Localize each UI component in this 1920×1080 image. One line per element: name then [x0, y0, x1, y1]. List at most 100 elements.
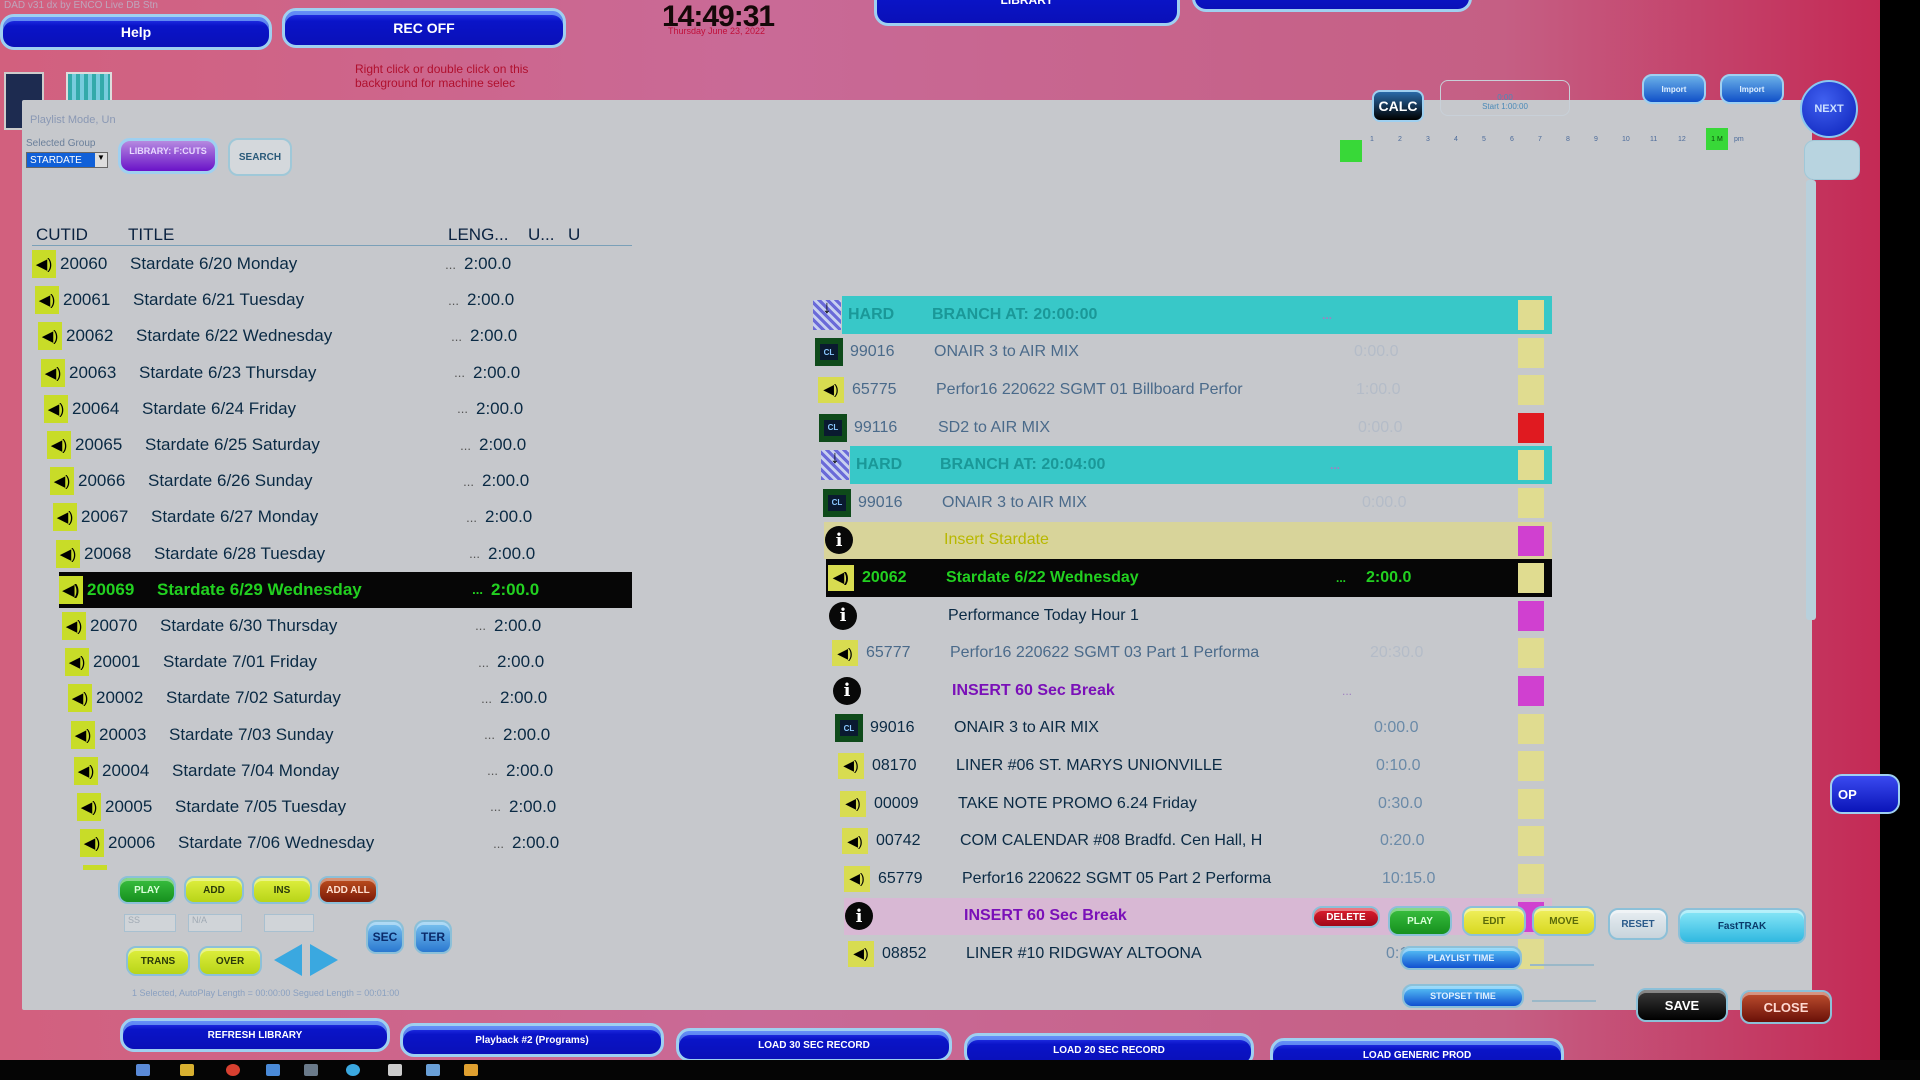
library-row[interactable]: ◀)20007Stardate 7/07 Thursday...2:00.0 — [83, 861, 632, 870]
field-ss[interactable]: SS — [124, 914, 176, 932]
more-dots[interactable]: ... — [448, 546, 488, 561]
playlist-row[interactable]: ◀) 65777 Perfor16 220622 SGMT 03 Part 1 Pe… — [830, 634, 1552, 672]
library-row[interactable]: ◀) 20064 Stardate 6/24 Friday... 2:00.0 — [44, 391, 632, 427]
sec-button[interactable]: SEC — [366, 920, 404, 954]
side-control[interactable] — [1804, 140, 1860, 180]
col-title[interactable]: TITLE — [124, 225, 444, 245]
field-na[interactable]: N/A — [188, 914, 242, 932]
library-row[interactable]: ◀) 20065 Stardate 6/25 Saturday... 2:00.0 — [47, 427, 632, 463]
stopset-time-field[interactable] — [1532, 1000, 1596, 1002]
search-button[interactable]: SEARCH — [228, 138, 292, 176]
playlist-time-field[interactable] — [1530, 964, 1594, 966]
col-u2[interactable]: U — [564, 225, 604, 245]
library-row[interactable]: ◀) 20061 Stardate 6/21 Tuesday... 2:00.0 — [35, 282, 632, 318]
more-dots[interactable]: ... — [430, 329, 470, 344]
playlist-row[interactable]: i Performance Today Hour 1 — [828, 597, 1552, 635]
playlist-row[interactable]: CL 99016 ONAIR 3 to AIR MIX 0:00.0 — [822, 484, 1552, 522]
reset-button[interactable]: RESET — [1608, 908, 1668, 940]
help-button[interactable]: Help — [0, 14, 272, 50]
playlist-row[interactable]: ◀) 08170 LINER #06 ST. MARYS UNIONVILLE 0:1… — [836, 747, 1552, 785]
playlist-row[interactable]: ↓ HARD BRANCH AT: 20:00:00... — [812, 296, 1552, 334]
group-select[interactable]: STARDATE ▼ — [26, 152, 108, 168]
col-u1[interactable]: U... — [524, 225, 564, 245]
trans-button[interactable]: TRANS — [126, 946, 190, 976]
library-row[interactable]: ◀) 20060 Stardate 6/20 Monday... 2:00.0 — [32, 246, 632, 282]
fasttrak-button[interactable]: FastTRAK — [1678, 908, 1806, 944]
more-dots[interactable]: ... — [1330, 458, 1354, 472]
library-row[interactable]: ◀) 20004 Stardate 7/04 Monday... 2:00.0 — [74, 753, 632, 789]
playlist-row[interactable]: CL 99016 ONAIR 3 to AIR MIX 0:00.0 — [834, 710, 1552, 748]
library-row[interactable]: ◀) 20003 Stardate 7/03 Sunday... 2:00.0 — [71, 716, 632, 752]
playlist-row[interactable]: ◀) 00742 COM CALENDAR #08 Bradfd. Cen Hall… — [840, 822, 1552, 860]
more-dots[interactable]: ... — [457, 655, 497, 670]
more-dots[interactable]: ... — [433, 365, 473, 380]
save-button[interactable]: SAVE — [1636, 988, 1728, 1022]
playlist-row[interactable]: ◀) 65775 Perfor16 220622 SGMT 01 Billboard… — [816, 371, 1552, 409]
bottom-button-0[interactable]: REFRESH LIBRARY — [120, 1018, 390, 1052]
calc-button[interactable]: CALC — [1372, 90, 1424, 122]
playlist-row[interactable]: ◀) 00009 TAKE NOTE PROMO 6.24 Friday 0:30.0 — [838, 785, 1552, 823]
next-button[interactable]: NEXT — [1800, 80, 1858, 138]
add-button[interactable]: ADD — [184, 876, 244, 904]
import-button-1[interactable]: Import — [1642, 74, 1706, 104]
playlist-row[interactable]: ↓ HARD BRANCH AT: 20:04:00... — [820, 446, 1552, 484]
start-icon[interactable] — [136, 1064, 150, 1076]
library-fcuts-button[interactable]: LIBRARY: F:CUTS — [118, 138, 218, 174]
library-row[interactable]: ◀) 20002 Stardate 7/02 Saturday... 2:00.0 — [68, 680, 632, 716]
playlist-row[interactable]: ◀) 20062 Stardate 6/22 Wednesday... 2:00.0 — [826, 559, 1552, 597]
playlist-row[interactable]: i Insert Stardate — [824, 521, 1552, 560]
field-blank[interactable] — [264, 914, 314, 932]
more-dots[interactable]: ... — [424, 257, 464, 272]
stop-button[interactable]: OP — [1830, 774, 1900, 814]
playlist-row[interactable]: i INSERT 60 Sec Break... — [832, 672, 1552, 710]
chevron-down-icon[interactable]: ▼ — [95, 153, 107, 167]
library-row[interactable]: ◀) 20063 Stardate 6/23 Thursday... 2:00.0 — [41, 355, 632, 391]
more-dots[interactable]: ... — [469, 799, 509, 814]
more-dots[interactable]: ... — [472, 836, 512, 851]
edge-icon[interactable] — [346, 1064, 360, 1076]
library-row[interactable]: ◀) 20068 Stardate 6/28 Tuesday... 2:00.0 — [56, 536, 632, 572]
move-button[interactable]: MOVE — [1532, 906, 1596, 936]
more-dots[interactable]: ... — [445, 510, 485, 525]
app-icon[interactable] — [304, 1064, 318, 1076]
more-dots[interactable]: ... — [463, 727, 503, 742]
bottom-button-2[interactable]: LOAD 30 SEC RECORD — [676, 1028, 952, 1062]
more-dots[interactable]: ... — [427, 293, 467, 308]
arrow-right-icon[interactable] — [310, 944, 338, 976]
edit-button[interactable]: EDIT — [1462, 906, 1526, 936]
library-play-button[interactable]: PLAY — [118, 876, 176, 904]
library-row[interactable]: ◀) 20005 Stardate 7/05 Tuesday... 2:00.0 — [77, 789, 632, 825]
library-row[interactable]: ◀) 20067 Stardate 6/27 Monday... 2:00.0 — [53, 499, 632, 535]
add-all-button[interactable]: ADD ALL — [318, 876, 378, 904]
over-button[interactable]: OVER — [198, 946, 262, 976]
bottom-button-1[interactable]: Playback #2 (Programs) — [400, 1023, 664, 1057]
playlist-row[interactable]: CL 99116 SD2 to AIR MIX 0:00.0 — [818, 409, 1552, 447]
more-dots[interactable]: ... — [1336, 571, 1360, 585]
top-tab-button[interactable] — [1192, 0, 1472, 12]
library-row[interactable]: ◀) 20066 Stardate 6/26 Sunday... 2:00.0 — [50, 463, 632, 499]
library-row[interactable]: ◀) 20070 Stardate 6/30 Thursday... 2:00.0 — [62, 608, 632, 644]
insert-button[interactable]: INS — [252, 876, 312, 904]
playlist-time-button[interactable]: PLAYLIST TIME — [1400, 946, 1522, 970]
rec-off-button[interactable]: REC OFF — [282, 8, 566, 48]
more-dots[interactable]: ... — [436, 401, 476, 416]
col-length[interactable]: LENG... — [444, 225, 524, 245]
app-icon[interactable] — [266, 1064, 280, 1076]
library-row[interactable]: ◀) 20069 Stardate 6/29 Wednesday... 2:00.0 — [59, 571, 632, 608]
more-dots[interactable]: ... — [439, 438, 479, 453]
playlist-row[interactable]: CL 99016 ONAIR 3 to AIR MIX 0:00.0 — [814, 334, 1552, 372]
app-icon[interactable] — [426, 1064, 440, 1076]
ruler-current-marker[interactable]: 1 M — [1706, 128, 1728, 150]
playlist-play-button[interactable]: PLAY — [1388, 906, 1452, 936]
stopset-time-button[interactable]: STOPSET TIME — [1402, 984, 1524, 1008]
ter-button[interactable]: TER — [414, 920, 452, 954]
library-row[interactable]: ◀) 20006 Stardate 7/06 Wednesday... 2:00.0 — [80, 825, 632, 861]
more-dots[interactable]: ... — [1342, 684, 1366, 698]
more-dots[interactable]: ... — [460, 691, 500, 706]
app-icon[interactable] — [388, 1064, 402, 1076]
arrow-left-icon[interactable] — [274, 944, 302, 976]
more-dots[interactable]: ... — [1322, 308, 1346, 322]
library-row[interactable]: ◀) 20062 Stardate 6/22 Wednesday... 2:00.0 — [38, 318, 632, 354]
more-dots[interactable]: ... — [442, 474, 482, 489]
vertical-scrollbar[interactable] — [1806, 180, 1816, 620]
